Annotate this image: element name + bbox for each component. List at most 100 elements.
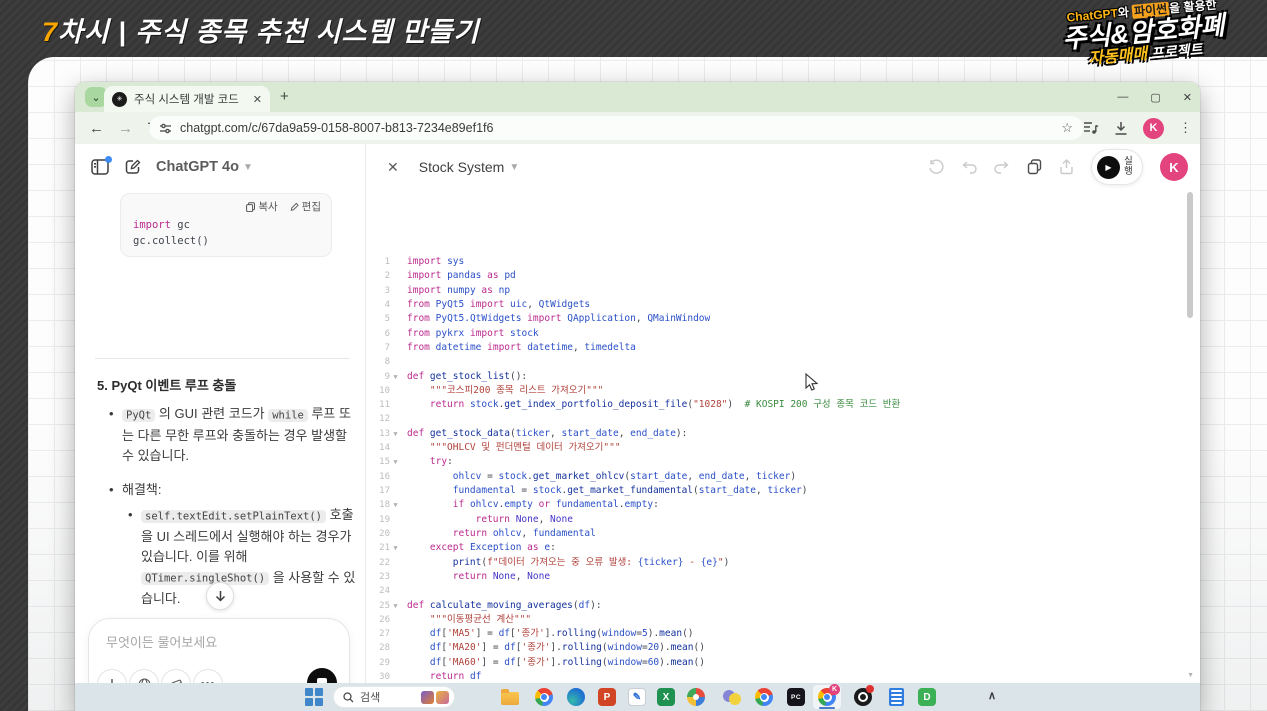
pycharm-icon[interactable]: PC: [785, 686, 807, 708]
copy-button[interactable]: 복사: [246, 199, 278, 214]
scrollbar-down-arrow[interactable]: ▼: [1187, 672, 1194, 679]
code-line[interactable]: 6 from pykrx import stock: [365, 327, 1165, 341]
browser-menu-icon[interactable]: ⋮: [1179, 120, 1192, 136]
code-line[interactable]: 22 print(f"데이터 가져오는 중 오류 발생: {ticker} - …: [365, 556, 1165, 570]
fold-chevron-icon[interactable]: ▼: [390, 498, 401, 512]
close-icon[interactable]: ✕: [1183, 91, 1192, 104]
code-line[interactable]: 14 """OHLCV 및 펀더멘털 데이터 가져오기""": [365, 441, 1165, 455]
code-line[interactable]: 20 return ohlcv, fundamental: [365, 527, 1165, 541]
url-text[interactable]: chatgpt.com/c/67da9a59-0158-8007-b813-72…: [180, 121, 1061, 135]
fold-chevron-icon[interactable]: [390, 284, 401, 298]
tray-expand-icon[interactable]: ∧: [988, 689, 996, 702]
code-line[interactable]: 10 """코스피200 종목 리스트 가져오기""": [365, 384, 1165, 398]
fold-chevron-icon[interactable]: ▼: [390, 455, 401, 469]
user-avatar[interactable]: K: [1160, 153, 1188, 181]
fold-chevron-icon[interactable]: [390, 412, 401, 426]
undo-icon[interactable]: [961, 160, 977, 174]
sidebar-toggle-icon[interactable]: [91, 156, 112, 175]
fold-chevron-icon[interactable]: [390, 269, 401, 283]
code-line[interactable]: 11 return stock.get_index_portfolio_depo…: [365, 398, 1165, 412]
fold-chevron-icon[interactable]: [390, 556, 401, 570]
code-line[interactable]: 18 ▼ if ohlcv.empty or fundamental.empty:: [365, 498, 1165, 512]
forward-icon[interactable]: →: [118, 120, 133, 137]
fold-chevron-icon[interactable]: [390, 627, 401, 641]
code-line[interactable]: 13 ▼ def get_stock_data(ticker, start_date…: [365, 427, 1165, 441]
fold-chevron-icon[interactable]: [390, 656, 401, 670]
excel-icon[interactable]: X: [655, 686, 677, 708]
model-selector[interactable]: ChatGPT 4o ▼: [156, 159, 253, 175]
code-line[interactable]: 16 ohlcv = stock.get_market_ohlcv(start_…: [365, 470, 1165, 484]
fold-chevron-icon[interactable]: ▼: [390, 541, 401, 555]
code-line[interactable]: 27 df['MA5'] = df['종가'].rolling(window=5…: [365, 627, 1165, 641]
fold-chevron-icon[interactable]: [390, 527, 401, 541]
maximize-icon[interactable]: ▢: [1150, 91, 1160, 104]
canvas-close-icon[interactable]: ✕: [387, 159, 399, 176]
pinwheel-app-icon[interactable]: [685, 686, 707, 708]
code-line[interactable]: 7 from datetime import datetime, timedelt…: [365, 341, 1165, 355]
fold-chevron-icon[interactable]: [390, 341, 401, 355]
copy-canvas-icon[interactable]: [1027, 159, 1042, 175]
share-icon[interactable]: [1059, 159, 1074, 175]
taskbar-search[interactable]: 검색: [333, 686, 455, 708]
python-idle-icon[interactable]: [721, 686, 743, 708]
minimize-icon[interactable]: —: [1117, 91, 1128, 103]
fold-chevron-icon[interactable]: [390, 255, 401, 269]
edit-button[interactable]: 편집: [290, 199, 321, 214]
code-line[interactable]: 21 ▼ except Exception as e:: [365, 541, 1165, 555]
code-line[interactable]: 26 """이동평균선 계산""": [365, 613, 1165, 627]
address-bar[interactable]: chatgpt.com/c/67da9a59-0158-8007-b813-72…: [149, 116, 1083, 140]
code-line[interactable]: 23 return None, None: [365, 570, 1165, 584]
code-line[interactable]: 12: [365, 412, 1165, 426]
tab-close-icon[interactable]: ✕: [253, 93, 262, 106]
code-line[interactable]: 8: [365, 355, 1165, 369]
code-line[interactable]: 29 df['MA60'] = df['종가'].rolling(window=…: [365, 656, 1165, 670]
redo-icon[interactable]: [994, 160, 1010, 174]
browser-profile-avatar[interactable]: K: [1143, 117, 1164, 139]
code-line[interactable]: 25 ▼ def calculate_moving_averages(df):: [365, 599, 1165, 613]
site-settings-icon[interactable]: [159, 122, 172, 135]
run-button[interactable]: ▶ 실행: [1091, 149, 1143, 185]
fold-chevron-icon[interactable]: [390, 584, 401, 598]
fold-chevron-icon[interactable]: ▼: [390, 427, 401, 441]
code-line[interactable]: 15 ▼ try:: [365, 455, 1165, 469]
ledger-app-icon[interactable]: [885, 686, 907, 708]
chrome-profile-window-icon[interactable]: K: [816, 684, 840, 708]
obs-icon[interactable]: [852, 685, 874, 708]
chrome-icon-2[interactable]: [753, 686, 775, 708]
fold-chevron-icon[interactable]: [390, 298, 401, 312]
bookmark-star-icon[interactable]: ☆: [1061, 120, 1073, 136]
code-line[interactable]: 5 from PyQt5.QtWidgets import QApplicatio…: [365, 312, 1165, 326]
edge-icon[interactable]: [565, 686, 587, 708]
fold-chevron-icon[interactable]: [390, 613, 401, 627]
powerpoint-icon[interactable]: P: [596, 686, 618, 708]
fold-chevron-icon[interactable]: [390, 641, 401, 655]
fold-chevron-icon[interactable]: [390, 355, 401, 369]
code-line[interactable]: 24: [365, 584, 1165, 598]
scroll-to-bottom-button[interactable]: [206, 582, 234, 610]
canvas-scrollbar[interactable]: [1187, 192, 1193, 318]
download-icon[interactable]: [1114, 121, 1128, 136]
fold-chevron-icon[interactable]: [390, 327, 401, 341]
fold-chevron-icon[interactable]: [390, 312, 401, 326]
code-line[interactable]: 4 from PyQt5 import uic, QtWidgets: [365, 298, 1165, 312]
code-line[interactable]: 1 import sys: [365, 255, 1165, 269]
d-app-icon[interactable]: D: [916, 686, 938, 708]
fold-chevron-icon[interactable]: [390, 484, 401, 498]
new-chat-icon[interactable]: [125, 159, 142, 175]
history-icon[interactable]: [928, 159, 944, 175]
code-editor[interactable]: 1 import sys 2 import pandas as pd 3 import n…: [365, 255, 1165, 711]
new-tab-button[interactable]: +: [280, 88, 289, 105]
code-line[interactable]: 3 import numpy as np: [365, 284, 1165, 298]
media-controls-icon[interactable]: [1083, 121, 1099, 135]
code-line[interactable]: 17 fundamental = stock.get_market_fundam…: [365, 484, 1165, 498]
file-explorer-icon[interactable]: [499, 686, 521, 708]
fold-chevron-icon[interactable]: ▼: [390, 599, 401, 613]
fold-chevron-icon[interactable]: [390, 384, 401, 398]
pen-app-icon[interactable]: ✎: [626, 686, 648, 708]
fold-chevron-icon[interactable]: [390, 470, 401, 484]
code-line[interactable]: 2 import pandas as pd: [365, 269, 1165, 283]
fold-chevron-icon[interactable]: [390, 513, 401, 527]
back-icon[interactable]: ←: [89, 120, 104, 137]
fold-chevron-icon[interactable]: [390, 441, 401, 455]
fold-chevron-icon[interactable]: [390, 570, 401, 584]
